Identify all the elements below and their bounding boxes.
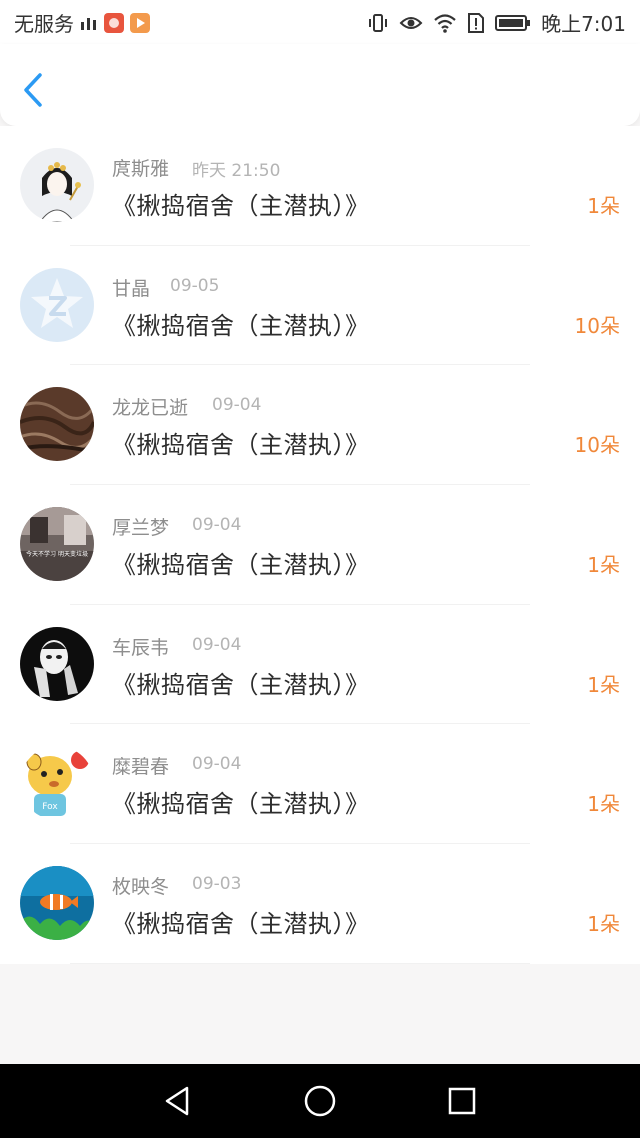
triangle-back-icon	[165, 1086, 189, 1116]
status-bar: 无服务 晚上7:01	[0, 0, 640, 44]
wifi-icon	[434, 13, 456, 33]
status-right: 晚上7:01	[367, 8, 626, 37]
list-item[interactable]: 甘晶 09-05 《揪捣宿舍（主潜执）》 10朵	[0, 246, 640, 366]
system-nav-bar	[0, 1064, 640, 1138]
flower-count: 10朵	[574, 313, 620, 338]
work-title: 《揪捣宿舍（主潜执）》	[112, 431, 370, 460]
sent-date: 09-04	[192, 634, 242, 655]
avatar-caption: 今天不学习 明天变垃圾	[26, 550, 88, 558]
work-title: 《揪捣宿舍（主潜执）》	[112, 551, 370, 580]
list-item[interactable]: 今天不学习 明天变垃圾 厚兰梦 09-04 《揪捣宿舍（主潜执）》 1朵	[0, 485, 640, 605]
carrier-text: 无服务	[14, 12, 74, 36]
sender-name: 厚兰梦	[112, 517, 170, 540]
list-item[interactable]: 庹斯雅 昨天 21:50 《揪捣宿舍（主潜执）》 1朵	[0, 126, 640, 246]
sender-name: 龙龙已逝	[112, 397, 189, 420]
sender-name: 糜碧春	[112, 756, 170, 779]
divider	[70, 962, 530, 964]
gift-record-list: 庹斯雅 昨天 21:50 《揪捣宿舍（主潜执）》 1朵 甘晶 09-05 《揪捣…	[0, 126, 640, 964]
work-title: 《揪捣宿舍（主潜执）》	[112, 311, 370, 340]
avatar	[20, 866, 94, 941]
signal-speed-icon	[81, 17, 96, 30]
sent-date: 昨天 21:50	[192, 161, 281, 181]
top-nav	[0, 44, 640, 126]
work-title: 《揪捣宿舍（主潜执）》	[112, 910, 370, 939]
list-item[interactable]: 车辰韦 09-04 《揪捣宿舍（主潜执）》 1朵	[0, 605, 640, 725]
flower-count: 1朵	[587, 912, 620, 937]
list-item[interactable]: Fox 糜碧春 09-04 《揪捣宿舍（主潜执）》 1朵	[0, 724, 640, 845]
list-item[interactable]: 枚映冬 09-03 《揪捣宿舍（主潜执）》 1朵	[0, 844, 640, 964]
flower-count: 1朵	[587, 553, 620, 578]
sim-alert-icon	[468, 12, 485, 33]
flower-count: 1朵	[587, 672, 620, 697]
nav-home-button[interactable]	[303, 1084, 337, 1118]
avatar	[20, 387, 94, 462]
sender-name: 车辰韦	[112, 636, 170, 659]
back-button[interactable]	[18, 70, 50, 110]
video-app-icon	[130, 12, 150, 33]
flower-count: 10朵	[574, 433, 620, 458]
sender-name: 枚映冬	[112, 876, 170, 899]
work-title: 《揪捣宿舍（主潜执）》	[112, 790, 370, 819]
avatar	[20, 267, 94, 342]
sent-date: 09-04	[192, 754, 242, 775]
work-title: 《揪捣宿舍（主潜执）》	[112, 670, 370, 699]
vibrate-icon	[369, 13, 388, 32]
avatar	[20, 148, 94, 222]
circle-home-icon	[304, 1085, 336, 1117]
sent-date: 09-05	[170, 275, 220, 296]
sent-date: 09-04	[212, 395, 262, 416]
status-left: 无服务	[14, 8, 150, 37]
flower-count: 1朵	[587, 194, 620, 218]
sender-name: 甘晶	[112, 277, 151, 300]
eye-comfort-icon	[399, 16, 423, 29]
chevron-left-icon	[24, 73, 42, 107]
avatar: Fox	[20, 746, 94, 821]
list-item[interactable]: 龙龙已逝 09-04 《揪捣宿舍（主潜执）》 10朵	[0, 365, 640, 486]
sender-name: 庹斯雅	[112, 158, 170, 180]
avatar: 今天不学习 明天变垃圾	[20, 507, 94, 582]
battery-icon	[495, 14, 531, 31]
sent-date: 09-04	[192, 515, 242, 536]
flower-count: 1朵	[587, 792, 620, 817]
status-time: 晚上7:01	[541, 12, 626, 36]
huawei-app-icon	[104, 12, 124, 33]
nav-recents-button[interactable]	[445, 1084, 479, 1118]
work-title: 《揪捣宿舍（主潜执）》	[112, 192, 370, 220]
avatar-caption: Fox	[42, 802, 58, 812]
avatar	[20, 626, 94, 701]
nav-back-button[interactable]	[161, 1084, 195, 1118]
square-recents-icon	[448, 1087, 476, 1115]
sent-date: 09-03	[192, 874, 242, 895]
